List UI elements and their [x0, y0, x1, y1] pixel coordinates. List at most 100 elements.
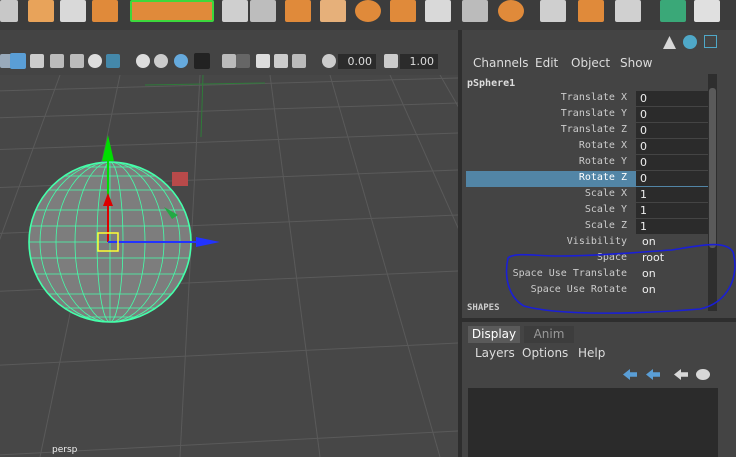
shelf-tool-icon[interactable]	[285, 0, 311, 22]
layer-editor-divider[interactable]	[462, 318, 736, 322]
attr-label: Visibility	[566, 236, 627, 247]
shelf-tool-icon[interactable]	[222, 0, 248, 22]
attr-label: Space	[596, 252, 627, 263]
attr-row-rotate-x[interactable]: Rotate X 0	[466, 139, 708, 155]
gamma-field[interactable]: 1.00	[400, 54, 438, 69]
shelf-tool-icon[interactable]	[28, 0, 54, 22]
new-layer-selected-icon[interactable]	[696, 369, 710, 380]
xray-joints-icon[interactable]	[236, 54, 250, 68]
attr-value[interactable]: on	[642, 283, 656, 296]
attr-label: Space Use Translate	[512, 268, 627, 279]
attr-value[interactable]: on	[642, 235, 656, 248]
channel-box-scrollbar[interactable]	[708, 74, 717, 311]
shaded-icon[interactable]	[50, 54, 64, 68]
attr-value[interactable]: 1	[636, 219, 708, 234]
attr-row-translate-z[interactable]: Translate Z 0	[466, 123, 708, 139]
shelf-tool-icon[interactable]	[540, 0, 566, 22]
attr-value[interactable]: 0	[636, 91, 708, 106]
camera-label: persp	[52, 445, 78, 455]
textured-icon[interactable]	[70, 54, 84, 68]
shelf-tool-icon[interactable]	[0, 0, 18, 22]
attr-label: Rotate Y	[578, 156, 627, 167]
grid-icon[interactable]	[256, 54, 270, 68]
attr-label: Rotate Z	[578, 172, 627, 183]
menu-channels[interactable]: Channels	[473, 56, 529, 70]
object-name[interactable]: pSphere1	[467, 78, 515, 89]
shelf-tool-icon[interactable]	[578, 0, 604, 22]
viewport-3d[interactable]: persp	[0, 75, 458, 457]
attr-value[interactable]: 1	[636, 187, 708, 202]
resolution-gate-icon[interactable]	[292, 54, 306, 68]
scrollbar-thumb[interactable]	[709, 88, 716, 248]
shelf-tool-icon[interactable]	[60, 0, 86, 22]
shapes-header[interactable]: SHAPES	[467, 303, 500, 313]
smooth-shade-icon[interactable]	[30, 54, 44, 68]
film-gate-icon[interactable]	[274, 54, 288, 68]
attr-row-rotate-z[interactable]: Rotate Z 0	[466, 171, 708, 187]
attr-value[interactable]: 0	[636, 107, 708, 122]
gizmo-icon[interactable]	[663, 36, 676, 49]
shelf-tool-icon[interactable]	[462, 0, 488, 22]
tab-display[interactable]: Display	[468, 326, 520, 343]
attr-label: Translate X	[560, 92, 627, 103]
attr-row-rotate-y[interactable]: Rotate Y 0	[466, 155, 708, 171]
shelf-tool-icon[interactable]	[498, 0, 524, 22]
attr-value[interactable]: 1	[636, 203, 708, 218]
viewport-toolbar: 0.00 1.00	[0, 49, 458, 75]
xray-icon[interactable]	[222, 54, 236, 68]
attr-row-space[interactable]: Space root	[466, 251, 708, 267]
shelf-tool-icon[interactable]	[130, 0, 214, 22]
shelf-tool-icon[interactable]	[390, 0, 416, 22]
gamma-icon[interactable]	[384, 54, 398, 68]
attr-row-scale-z[interactable]: Scale Z 1	[466, 219, 708, 235]
attr-value[interactable]: 0	[636, 171, 708, 186]
menu-edit[interactable]: Edit	[535, 56, 558, 70]
move-layer-up-icon[interactable]	[623, 369, 637, 380]
new-layer-icon[interactable]	[674, 369, 688, 380]
menu-object[interactable]: Object	[571, 56, 610, 70]
menu-options[interactable]: Options	[522, 346, 568, 360]
shelf-bar	[0, 0, 736, 30]
target-icon[interactable]	[683, 35, 697, 49]
attr-value[interactable]: root	[642, 251, 664, 264]
isolate-icon[interactable]	[194, 53, 210, 69]
attr-label: Scale Y	[584, 204, 627, 215]
shelf-tool-icon[interactable]	[694, 0, 720, 22]
attr-row-translate-y[interactable]: Translate Y 0	[466, 107, 708, 123]
shelf-tool-icon[interactable]	[355, 0, 381, 22]
shelf-tool-icon[interactable]	[320, 0, 346, 22]
shelf-tool-icon[interactable]	[615, 0, 641, 22]
menu-show[interactable]: Show	[620, 56, 652, 70]
arrow-icon[interactable]	[704, 35, 717, 48]
aa-icon[interactable]	[174, 54, 188, 68]
wireframe-cube-icon[interactable]	[10, 53, 26, 69]
ao-icon[interactable]	[136, 54, 150, 68]
attr-row-scale-y[interactable]: Scale Y 1	[466, 203, 708, 219]
menu-help[interactable]: Help	[578, 346, 605, 360]
shadow-icon[interactable]	[106, 54, 120, 68]
menu-layers[interactable]: Layers	[475, 346, 515, 360]
move-layer-down-icon[interactable]	[646, 369, 660, 380]
attr-row-space-use-translate[interactable]: Space Use Translate on	[466, 267, 708, 283]
exposure-field[interactable]: 0.00	[338, 54, 376, 69]
exposure-icon[interactable]	[322, 54, 336, 68]
shelf-tool-icon[interactable]	[425, 0, 451, 22]
attr-value[interactable]: 0	[636, 123, 708, 138]
attr-value[interactable]: 0	[636, 139, 708, 154]
shelf-tool-icon[interactable]	[92, 0, 118, 22]
tab-anim[interactable]: Anim	[524, 326, 574, 343]
shelf-tool-icon[interactable]	[660, 0, 686, 22]
shelf-tool-icon[interactable]	[250, 0, 276, 22]
attr-row-scale-x[interactable]: Scale X 1	[466, 187, 708, 203]
attr-value[interactable]: 0	[636, 155, 708, 170]
motion-blur-icon[interactable]	[154, 54, 168, 68]
attr-row-translate-x[interactable]: Translate X 0	[466, 91, 708, 107]
layer-list[interactable]	[468, 388, 718, 457]
attr-label: Space Use Rotate	[530, 284, 627, 295]
attr-value[interactable]: on	[642, 267, 656, 280]
viewport-scene	[0, 75, 458, 457]
attr-label: Scale X	[584, 188, 627, 199]
light-icon[interactable]	[88, 54, 102, 68]
attr-row-visibility[interactable]: Visibility on	[466, 235, 708, 251]
attr-row-space-use-rotate[interactable]: Space Use Rotate on	[466, 283, 708, 299]
